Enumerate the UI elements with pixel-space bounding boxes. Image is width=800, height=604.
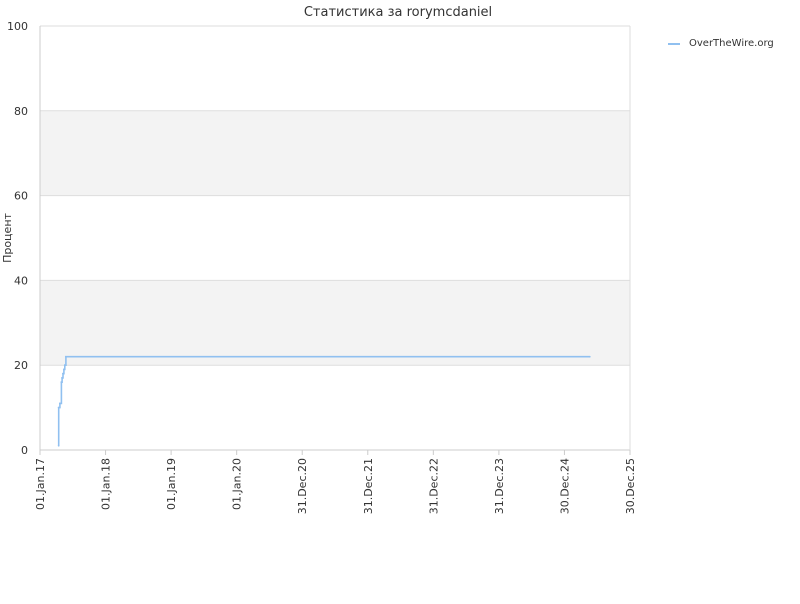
- x-tick-label-2: 01.Jan.19: [165, 458, 178, 510]
- axes: [39, 26, 631, 451]
- y-tick-label-2: 40: [14, 274, 28, 287]
- x-tick-label-9: 30.Dec.25: [624, 458, 637, 514]
- chart-container: 0 20 40 60 80 100 01.Jan.17 01.Jan.18 01.Jan.19…: [0, 0, 800, 600]
- y-tick-label-5: 100: [7, 20, 28, 33]
- grid-lines: [40, 25, 630, 451]
- y-tick-label-4: 80: [14, 105, 28, 118]
- series-point: [57, 406, 60, 409]
- series-point: [60, 381, 63, 384]
- y-tick-label-0: 0: [21, 444, 28, 457]
- y-tick-label-1: 20: [14, 359, 28, 372]
- x-tick-label-4: 31.Dec.20: [296, 458, 309, 514]
- y-tick-label-3: 60: [14, 190, 28, 203]
- series-point: [61, 377, 63, 379]
- x-axis-ticks: 01.Jan.17 01.Jan.18 01.Jan.19 01.Jan.20 31.D…: [34, 450, 637, 514]
- x-tick-label-0: 01.Jan.17: [34, 458, 47, 510]
- plot-band-0: [40, 280, 630, 366]
- plot-bands: [40, 110, 630, 366]
- chart-title: Статистика за rorymcdaniel: [304, 5, 492, 20]
- series-point: [59, 402, 61, 405]
- x-tick-label-5: 31.Dec.21: [362, 458, 375, 514]
- x-tick-label-6: 31.Dec.22: [427, 458, 440, 514]
- x-tick-label-3: 01.Jan.20: [231, 458, 244, 510]
- series-point: [588, 355, 591, 358]
- x-tick-label-8: 30.Dec.24: [558, 458, 571, 514]
- series-line-0: [57, 355, 590, 446]
- y-axis-label: Процент: [1, 212, 14, 262]
- legend[interactable]: OverTheWire.org: [668, 38, 774, 49]
- x-tick-label-1: 01.Jan.18: [100, 458, 113, 510]
- series-point: [64, 355, 67, 358]
- plot-band-1: [40, 110, 630, 196]
- x-tick-label-7: 31.Dec.23: [493, 458, 506, 514]
- line-chart: 0 20 40 60 80 100 01.Jan.17 01.Jan.18 01.Jan.19…: [1, 5, 774, 514]
- legend-label: OverTheWire.org: [689, 38, 774, 49]
- series-point: [62, 372, 64, 375]
- series-point: [63, 364, 66, 367]
- series-point: [57, 444, 60, 447]
- series-point: [62, 368, 65, 371]
- series-lines: [57, 355, 591, 447]
